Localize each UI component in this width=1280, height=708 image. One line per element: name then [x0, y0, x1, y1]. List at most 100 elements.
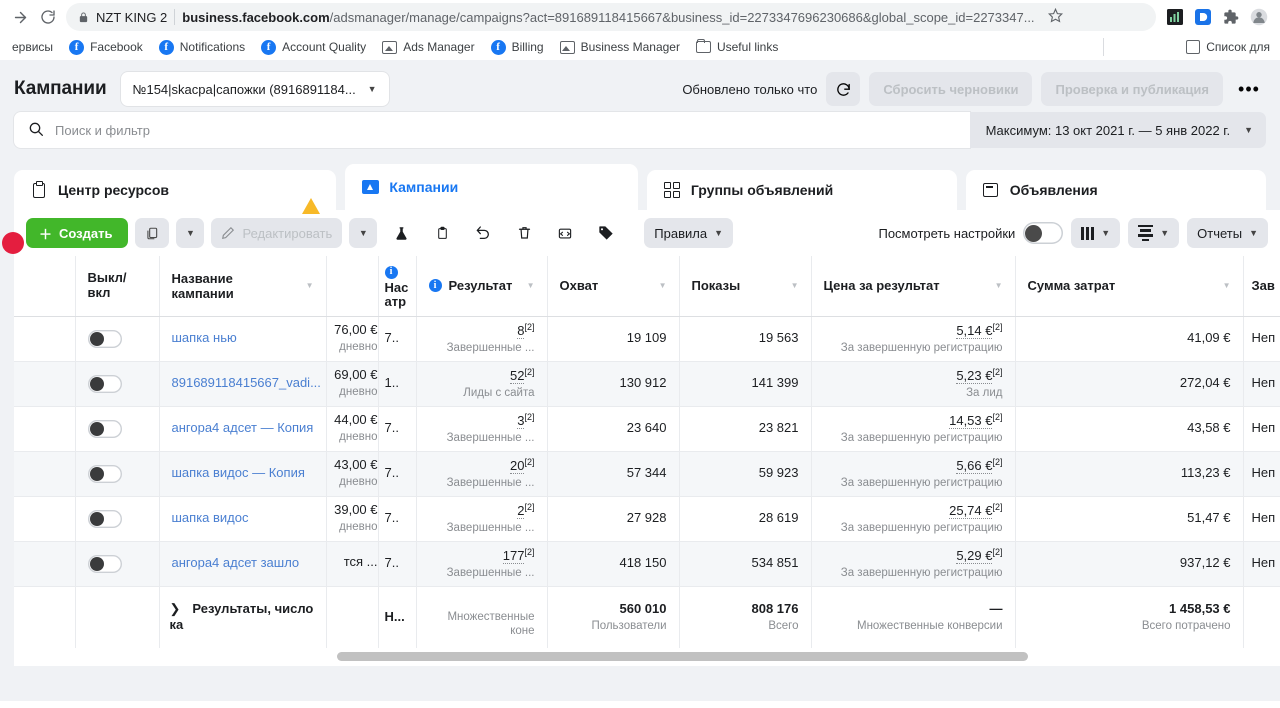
tab-resource-center[interactable]: Центр ресурсов: [14, 170, 337, 214]
table-row[interactable]: ангора4 адсет зашло тся ... 7.. 177[2] За…: [14, 541, 1280, 587]
campaign-name-cell[interactable]: ангора4 адсет зашло: [159, 541, 327, 587]
bookmark-item-0[interactable]: ервисы: [4, 37, 61, 57]
column-header-ends[interactable]: Зав: [1243, 256, 1280, 317]
refresh-button[interactable]: [826, 72, 861, 106]
sort-caret-icon[interactable]: ▼: [1223, 281, 1231, 290]
bookmark-item-useful-links[interactable]: Useful links: [688, 37, 786, 57]
clipboard-button[interactable]: [425, 218, 459, 248]
edit-button[interactable]: Редактировать: [211, 218, 343, 248]
bookmark-star-icon[interactable]: [1047, 7, 1063, 26]
info-icon[interactable]: i: [428, 279, 442, 293]
sort-caret-icon[interactable]: ▼: [791, 281, 799, 290]
date-range-picker[interactable]: Максимум: 13 окт 2021 г. — 5 янв 2022 г.…: [969, 112, 1266, 148]
undo-button[interactable]: [466, 218, 500, 248]
table-row[interactable]: шапка видос — Копия 43,00 € дневно 7.. 20…: [14, 451, 1280, 497]
row-checkbox-cell[interactable]: [14, 316, 76, 362]
campaign-status-toggle[interactable]: [87, 509, 122, 528]
row-checkbox-cell[interactable]: [14, 361, 76, 407]
more-options-button[interactable]: •••: [1232, 72, 1266, 106]
campaign-name-cell[interactable]: шапка нью: [159, 316, 327, 362]
campaign-name-link[interactable]: шапка нью: [172, 330, 314, 346]
row-toggle-cell[interactable]: [75, 451, 160, 497]
edit-dropdown[interactable]: ▼: [349, 218, 378, 248]
row-checkbox-cell[interactable]: [14, 496, 76, 542]
row-checkbox-cell[interactable]: [14, 406, 76, 452]
campaign-name-cell[interactable]: шапка видос: [159, 496, 327, 542]
bookmark-item-notifications[interactable]: f Notifications: [151, 37, 253, 58]
bookmark-item-business-manager[interactable]: Business Manager: [552, 37, 688, 57]
ab-test-button[interactable]: [384, 218, 418, 248]
total-label-cell[interactable]: ❯ Результаты, число ка: [159, 586, 327, 648]
bookmark-item-account-quality[interactable]: f Account Quality: [253, 37, 374, 58]
search-input[interactable]: Поиск и фильтр: [55, 123, 150, 138]
bookmark-item-billing[interactable]: f Billing: [483, 37, 552, 58]
campaign-name-cell[interactable]: ангора4 адсет — Копия: [159, 406, 327, 452]
review-publish-button[interactable]: Проверка и публикация: [1041, 72, 1223, 106]
expand-chevron-icon[interactable]: ❯: [170, 601, 181, 617]
tab-ad-sets[interactable]: Группы объявлений: [646, 170, 957, 210]
search-and-filter[interactable]: Поиск и фильтр: [14, 112, 970, 148]
campaign-status-toggle[interactable]: [87, 329, 122, 348]
campaign-status-toggle[interactable]: [87, 464, 122, 483]
select-all-header[interactable]: [14, 256, 76, 317]
campaign-status-toggle[interactable]: [87, 419, 122, 438]
horizontal-scrollbar-thumb[interactable]: [337, 652, 1028, 661]
column-header-reach[interactable]: Охват ▼: [547, 256, 680, 317]
campaign-name-link[interactable]: 891689118415667_vadi...: [172, 375, 321, 391]
extension-d-icon[interactable]: [1194, 8, 1212, 26]
bookmark-item-facebook[interactable]: f Facebook: [61, 37, 151, 58]
campaign-name-link[interactable]: ангора4 адсет зашло: [172, 555, 314, 571]
column-header-impressions[interactable]: Показы ▼: [679, 256, 812, 317]
address-bar[interactable]: NZT KING 2 business.facebook.com/adsmana…: [66, 3, 1156, 31]
row-checkbox-cell[interactable]: [14, 451, 76, 497]
table-row[interactable]: ангора4 адсет — Копия 44,00 € дневно 7.. …: [14, 406, 1280, 452]
row-toggle-cell[interactable]: [75, 316, 160, 362]
tag-button[interactable]: [589, 218, 623, 248]
view-setup-toggle[interactable]: [1023, 222, 1064, 244]
info-icon[interactable]: i: [384, 265, 398, 279]
column-header-cost-per-result[interactable]: Цена за результат ▼: [811, 256, 1016, 317]
bookmark-item-ads-manager[interactable]: Ads Manager: [374, 37, 482, 57]
bookmark-reading-list[interactable]: Список для: [1180, 37, 1276, 57]
tab-campaigns[interactable]: Кампании: [345, 164, 638, 210]
tab-ads[interactable]: Объявления: [965, 170, 1266, 210]
campaign-name-link[interactable]: шапка видос: [172, 510, 314, 526]
export-button[interactable]: [548, 218, 582, 248]
column-header-result[interactable]: i Результат ▼: [416, 256, 548, 317]
delete-button[interactable]: [507, 218, 541, 248]
row-toggle-cell[interactable]: [75, 496, 160, 542]
reload-button[interactable]: [34, 3, 62, 31]
duplicate-button[interactable]: [135, 218, 170, 248]
column-header-name[interactable]: Название кампании ▼: [159, 256, 327, 317]
columns-button[interactable]: ▼: [1071, 218, 1121, 248]
reports-button[interactable]: Отчеты ▼: [1187, 218, 1268, 248]
table-row[interactable]: шапка видос 39,00 € дневно 7.. 2[2] Заверш…: [14, 496, 1280, 542]
campaign-name-cell[interactable]: 891689118415667_vadi...: [159, 361, 327, 407]
duplicate-dropdown[interactable]: ▼: [176, 218, 205, 248]
horizontal-scrollbar-track[interactable]: [14, 648, 1280, 666]
campaign-status-toggle[interactable]: [87, 374, 122, 393]
campaign-name-cell[interactable]: шапка видос — Копия: [159, 451, 327, 497]
forward-button[interactable]: [6, 3, 34, 31]
ad-account-selector[interactable]: №154|skacpa|сапожки (8916891184... ▼: [120, 72, 389, 106]
table-row[interactable]: шапка нью 76,00 € дневно 7.. 8[2] Завершен…: [14, 316, 1280, 362]
extensions-puzzle-icon[interactable]: [1222, 8, 1240, 26]
rules-button[interactable]: Правила ▼: [644, 218, 734, 248]
sort-caret-icon[interactable]: ▼: [659, 281, 667, 290]
sort-caret-icon[interactable]: ▼: [995, 281, 1003, 290]
column-header-spend[interactable]: Сумма затрат ▼: [1015, 256, 1244, 317]
table-row[interactable]: 891689118415667_vadi... 69,00 € дневно 1.…: [14, 361, 1280, 407]
sort-caret-icon[interactable]: ▼: [527, 281, 535, 290]
row-toggle-cell[interactable]: [75, 406, 160, 452]
profile-avatar-icon[interactable]: [1250, 8, 1268, 26]
row-toggle-cell[interactable]: [75, 541, 160, 587]
reset-drafts-button[interactable]: Сбросить черновики: [869, 72, 1033, 106]
campaign-name-link[interactable]: ангора4 адсет — Копия: [172, 420, 314, 436]
extension-chart-icon[interactable]: [1166, 8, 1184, 26]
breakdown-button[interactable]: ▼: [1128, 218, 1180, 248]
campaign-name-link[interactable]: шапка видос — Копия: [172, 465, 314, 481]
sort-caret-icon[interactable]: ▼: [306, 281, 314, 290]
row-checkbox-cell[interactable]: [14, 541, 76, 587]
create-button[interactable]: ＋ Создать: [26, 218, 129, 248]
campaign-status-toggle[interactable]: [87, 554, 122, 573]
